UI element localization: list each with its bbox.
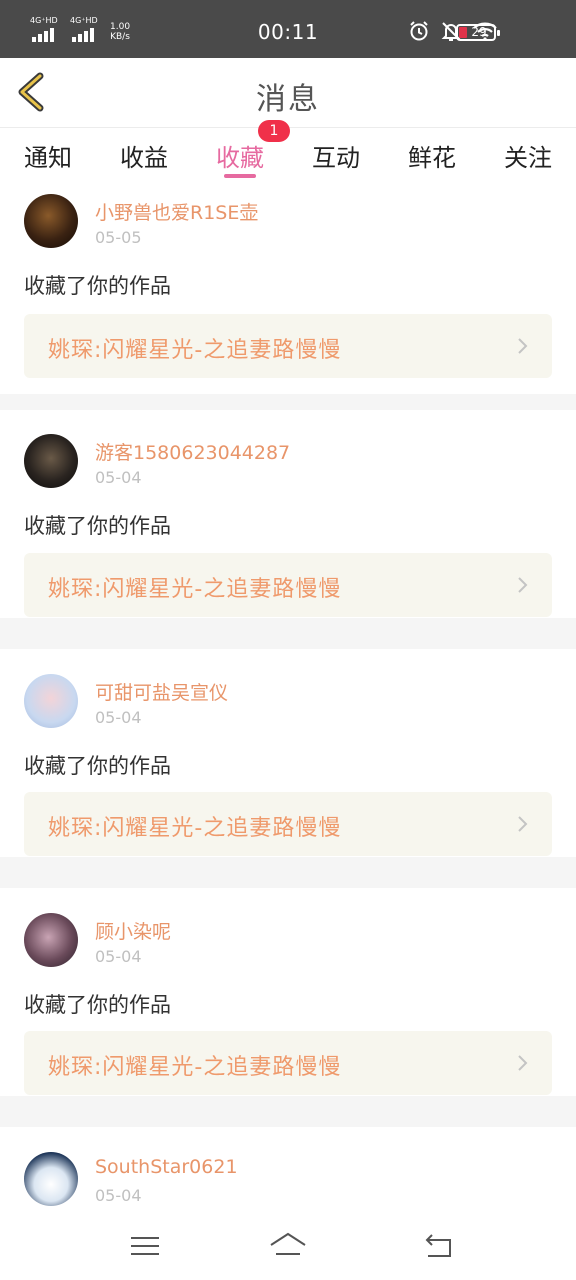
tab-interaction[interactable]: 互动 [288, 138, 384, 173]
avatar[interactable] [24, 1152, 78, 1206]
action-text: 收藏了你的作品 [24, 274, 171, 298]
username[interactable]: 小野兽也爱R1SE壶 [95, 198, 258, 225]
avatar[interactable] [24, 913, 78, 967]
work-link[interactable]: 姚琛:闪耀星光-之追妻路慢慢 [24, 314, 552, 378]
chevron-right-icon [518, 577, 528, 593]
alarm-icon [408, 20, 430, 46]
system-nav-bar [0, 1210, 576, 1280]
battery-level: 29 [471, 25, 487, 39]
favorites-badge: 1 [258, 120, 290, 142]
avatar[interactable] [24, 194, 78, 248]
message-date: 05-04 [95, 708, 142, 727]
message-date: 05-04 [95, 947, 142, 966]
work-title: 姚琛:闪耀星光-之追妻路慢慢 [48, 338, 342, 363]
action-text: 收藏了你的作品 [24, 993, 171, 1017]
battery-icon: 29 [456, 24, 500, 41]
tab-flowers[interactable]: 鲜花 [384, 138, 480, 173]
work-title: 姚琛:闪耀星光-之追妻路慢慢 [48, 577, 342, 602]
username[interactable]: SouthStar0621 [95, 1156, 238, 1178]
message-date: 05-04 [95, 1186, 142, 1205]
avatar[interactable] [24, 434, 78, 488]
username[interactable]: 顾小染呢 [95, 917, 171, 944]
username[interactable]: 可甜可盐吴宣仪 [95, 678, 228, 705]
menu-button[interactable] [125, 1230, 165, 1262]
work-title: 姚琛:闪耀星光-之追妻路慢慢 [48, 1055, 342, 1080]
work-link[interactable]: 姚琛:闪耀星光-之追妻路慢慢 [24, 1031, 552, 1095]
active-tab-indicator [224, 174, 256, 178]
chevron-right-icon [518, 338, 528, 354]
tab-follow[interactable]: 关注 [480, 138, 576, 173]
chevron-right-icon [518, 1055, 528, 1071]
back-nav-button[interactable] [418, 1230, 458, 1262]
menu-icon [131, 1237, 159, 1255]
message-list[interactable]: 小野兽也爱R1SE壶 05-05 收藏了你的作品 姚琛:闪耀星光-之追妻路慢慢 … [0, 186, 576, 1210]
message-card: 顾小染呢 05-04 收藏了你的作品 姚琛:闪耀星光-之追妻路慢慢 [0, 888, 576, 1096]
message-date: 05-05 [95, 228, 142, 247]
action-text: 收藏了你的作品 [24, 754, 171, 778]
message-card: 可甜可盐吴宣仪 05-04 收藏了你的作品 姚琛:闪耀星光-之追妻路慢慢 [0, 649, 576, 857]
message-card: 游客1580623044287 05-04 收藏了你的作品 姚琛:闪耀星光-之追… [0, 410, 576, 618]
page-title: 消息 [256, 82, 320, 117]
app-header: 消息 [0, 58, 576, 128]
work-link[interactable]: 姚琛:闪耀星光-之追妻路慢慢 [24, 553, 552, 617]
chevron-right-icon [518, 816, 528, 832]
tab-earnings[interactable]: 收益 [96, 138, 192, 173]
return-icon [425, 1234, 451, 1257]
tab-notice[interactable]: 通知 [0, 138, 96, 173]
status-bar: 4G⁺HD 4G⁺HD 1.00 KB/s 00:11 29 [0, 0, 576, 58]
home-button[interactable] [268, 1230, 308, 1262]
message-card: SouthStar0621 05-04 [0, 1127, 576, 1210]
avatar[interactable] [24, 674, 78, 728]
username[interactable]: 游客1580623044287 [95, 438, 290, 465]
tab-favorites[interactable]: 收藏 [192, 138, 288, 173]
home-icon [270, 1232, 306, 1255]
message-date: 05-04 [95, 468, 142, 487]
work-title: 姚琛:闪耀星光-之追妻路慢慢 [48, 816, 342, 841]
message-card: 小野兽也爱R1SE壶 05-05 收藏了你的作品 姚琛:闪耀星光-之追妻路慢慢 [0, 186, 576, 394]
action-text: 收藏了你的作品 [24, 514, 171, 538]
work-link[interactable]: 姚琛:闪耀星光-之追妻路慢慢 [24, 792, 552, 856]
